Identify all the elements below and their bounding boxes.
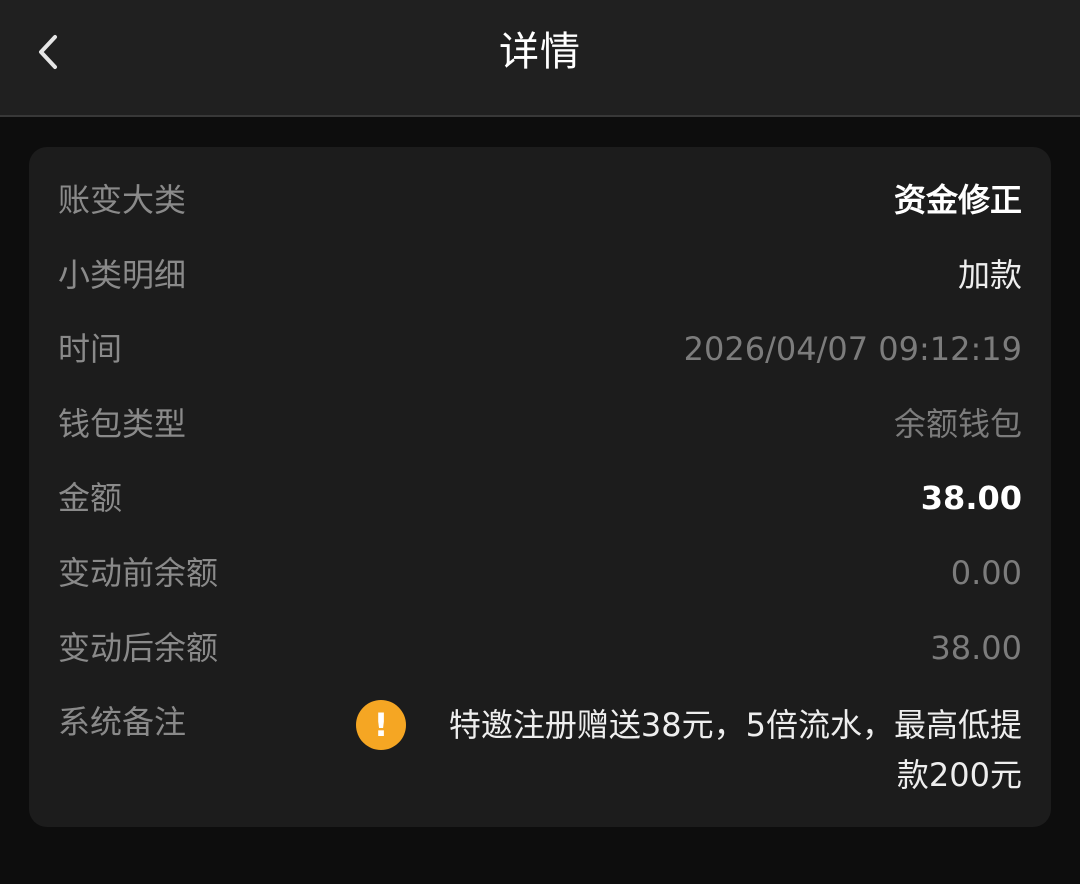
category-value: 资金修正 bbox=[893, 181, 1022, 219]
warning-icon: ! bbox=[356, 700, 406, 750]
remark-value: 特邀注册赠送38元，5倍流水，最高低提款200元 bbox=[448, 706, 1022, 794]
amount-value: 38.00 bbox=[920, 479, 1022, 517]
balance-after-value: 38.00 bbox=[930, 629, 1022, 667]
time-value: 2026/04/07 09:12:19 bbox=[683, 330, 1022, 368]
subcategory-label: 小类明细 bbox=[58, 256, 187, 294]
detail-card: 账变大类 资金修正 小类明细 加款 时间 2026/04/07 09:12:19… bbox=[29, 147, 1051, 827]
detail-row-time: 时间 2026/04/07 09:12:19 bbox=[58, 327, 1022, 371]
detail-row-wallet-type: 钱包类型 余额钱包 bbox=[58, 402, 1022, 446]
balance-after-label: 变动后余额 bbox=[58, 629, 219, 667]
remark-content: ! 特邀注册赠送38元，5倍流水，最高低提款200元 bbox=[356, 700, 1022, 800]
detail-row-balance-after: 变动后余额 38.00 bbox=[58, 626, 1022, 670]
time-label: 时间 bbox=[58, 330, 123, 368]
amount-label: 金额 bbox=[58, 479, 123, 517]
page-title: 详情 bbox=[499, 29, 581, 75]
remark-label: 系统备注 bbox=[58, 703, 187, 741]
detail-row-balance-before: 变动前余额 0.00 bbox=[58, 551, 1022, 595]
top-bar: 详情 bbox=[0, 0, 1080, 117]
wallet-type-value: 余额钱包 bbox=[893, 405, 1022, 443]
detail-row-category: 账变大类 资金修正 bbox=[58, 178, 1022, 222]
category-label: 账变大类 bbox=[58, 181, 187, 219]
detail-row-remark: 系统备注 ! 特邀注册赠送38元，5倍流水，最高低提款200元 bbox=[58, 700, 1022, 800]
subcategory-value: 加款 bbox=[957, 256, 1022, 294]
wallet-type-label: 钱包类型 bbox=[58, 405, 187, 443]
detail-row-amount: 金额 38.00 bbox=[58, 476, 1022, 520]
balance-before-value: 0.00 bbox=[950, 554, 1022, 592]
detail-row-subcategory: 小类明细 加款 bbox=[58, 253, 1022, 297]
balance-before-label: 变动前余额 bbox=[58, 554, 219, 592]
